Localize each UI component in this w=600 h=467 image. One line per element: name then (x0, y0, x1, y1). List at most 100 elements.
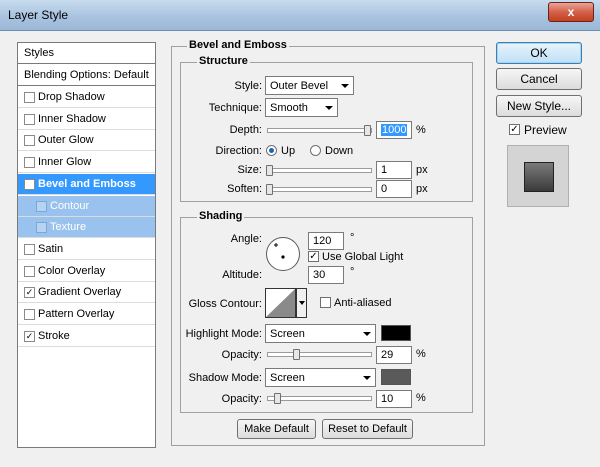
list-item-contour[interactable]: Contour (18, 195, 155, 217)
soften-slider-track[interactable] (267, 187, 372, 192)
size-input[interactable]: 1 (376, 161, 412, 179)
angle-dial[interactable] (265, 236, 301, 272)
soften-input[interactable]: 0 (376, 180, 412, 198)
altitude-value: 30 (313, 269, 326, 281)
list-item-texture[interactable]: Texture (18, 217, 155, 239)
list-item-gradient-overlay[interactable]: ✓ Gradient Overlay (18, 282, 155, 304)
angle-label: Angle: (230, 233, 262, 245)
list-item-stroke[interactable]: ✓ Stroke (18, 326, 155, 347)
depth-slider-track[interactable] (267, 128, 372, 133)
highlight-opacity-label: Opacity: (221, 349, 262, 361)
direction-down-radio[interactable] (310, 145, 321, 156)
shadow-color-swatch[interactable] (381, 369, 411, 385)
style-checkbox[interactable] (36, 200, 47, 212)
style-checkbox[interactable] (24, 243, 35, 255)
shadow-opacity-label: Opacity: (221, 393, 262, 405)
list-item-label: Gradient Overlay (38, 286, 122, 299)
preview-checkbox[interactable]: ✓ (509, 124, 520, 135)
list-item-label: Bevel and Emboss (38, 177, 136, 190)
shadow-mode-select[interactable]: Screen (265, 368, 376, 387)
technique-select[interactable]: Smooth (265, 98, 338, 117)
blending-options-label: Blending Options: Default (24, 69, 149, 81)
angle-input[interactable]: 120 (308, 232, 344, 250)
highlight-opacity-track[interactable] (267, 352, 372, 357)
preview-swatch (524, 162, 554, 192)
list-item-label: Contour (50, 199, 90, 212)
shadow-opacity-unit: % (416, 392, 426, 404)
highlight-opacity-unit: % (416, 348, 426, 360)
close-button[interactable]: x (548, 2, 594, 22)
list-item-inner-glow[interactable]: Inner Glow (18, 152, 155, 174)
list-item-label: Texture (50, 221, 87, 234)
list-item-satin[interactable]: Satin (18, 239, 155, 260)
title-bar: Layer Style x (0, 0, 600, 31)
technique-value: Smooth (270, 102, 308, 114)
soften-slider-thumb[interactable] (266, 184, 273, 195)
bevel-emboss-title: Bevel and Emboss (187, 39, 289, 51)
depth-input[interactable]: 1000 (376, 121, 412, 139)
list-item-pattern-overlay[interactable]: Pattern Overlay (18, 304, 155, 325)
list-item-drop-shadow[interactable]: Drop Shadow (18, 87, 155, 108)
style-select[interactable]: Outer Bevel (265, 76, 354, 95)
style-preview-thumbnail (507, 145, 569, 207)
highlight-opacity-input[interactable]: 29 (376, 346, 412, 364)
size-label: Size: (237, 164, 262, 176)
chevron-down-icon (341, 84, 349, 88)
styles-header[interactable]: Styles (18, 43, 155, 64)
angle-unit: ° (350, 232, 355, 244)
anti-aliased-checkbox[interactable] (320, 297, 331, 308)
gloss-contour-picker[interactable] (265, 288, 307, 318)
style-checkbox[interactable] (24, 157, 35, 169)
list-item-inner-shadow[interactable]: Inner Shadow (18, 109, 155, 130)
direction-up-radio[interactable] (266, 145, 277, 156)
make-default-button[interactable]: Make Default (237, 419, 316, 439)
new-style-button[interactable]: New Style... (496, 95, 582, 117)
radio-dot (269, 148, 274, 153)
soften-value: 0 (381, 183, 388, 195)
style-checkbox[interactable] (24, 92, 35, 103)
list-item-bevel-and-emboss[interactable]: ✓ Bevel and Emboss (18, 173, 155, 195)
style-checkbox[interactable] (24, 309, 35, 320)
size-slider-track[interactable] (267, 168, 372, 173)
preview-label[interactable]: Preview (524, 123, 567, 137)
ok-button[interactable]: OK (496, 42, 582, 64)
blending-options[interactable]: Blending Options: Default (18, 65, 155, 86)
shadow-opacity-input[interactable]: 10 (376, 390, 412, 408)
direction-down-label[interactable]: Down (325, 145, 353, 157)
depth-slider-thumb[interactable] (364, 125, 371, 136)
global-light-label[interactable]: Use Global Light (322, 251, 403, 263)
chevron-down-icon (363, 376, 371, 380)
highlight-opacity-thumb[interactable] (293, 349, 300, 360)
style-checkbox[interactable]: ✓ (24, 330, 35, 342)
size-value: 1 (381, 164, 388, 176)
check-icon: ✓ (309, 251, 318, 262)
shadow-opacity-value: 10 (381, 393, 394, 405)
global-light-checkbox[interactable]: ✓ (308, 251, 319, 262)
shadow-opacity-track[interactable] (267, 396, 372, 401)
styles-list: Styles Blending Options: Default Drop Sh… (17, 42, 156, 448)
list-item-color-overlay[interactable]: Color Overlay (18, 261, 155, 282)
anti-aliased-label[interactable]: Anti-aliased (334, 297, 391, 309)
style-checkbox[interactable] (24, 265, 35, 277)
style-checkbox[interactable]: ✓ (24, 178, 35, 190)
altitude-input[interactable]: 30 (308, 266, 344, 284)
direction-up-label[interactable]: Up (281, 145, 295, 157)
altitude-label: Altitude: (222, 269, 262, 281)
check-icon: ✓ (510, 124, 519, 135)
technique-label: Technique: (208, 102, 262, 114)
angle-value: 120 (313, 235, 332, 247)
cancel-button[interactable]: Cancel (496, 68, 582, 90)
direction-label: Direction: (215, 145, 262, 157)
gloss-contour-label: Gloss Contour: (188, 298, 262, 310)
highlight-mode-select[interactable]: Screen (265, 324, 376, 343)
reset-default-button[interactable]: Reset to Default (322, 419, 413, 439)
size-slider-thumb[interactable] (266, 165, 273, 176)
style-checkbox[interactable] (36, 222, 47, 234)
shadow-opacity-thumb[interactable] (274, 393, 281, 404)
style-value: Outer Bevel (270, 80, 329, 92)
style-checkbox[interactable]: ✓ (24, 287, 35, 299)
style-checkbox[interactable] (24, 135, 35, 147)
highlight-color-swatch[interactable] (381, 325, 411, 341)
style-checkbox[interactable] (24, 113, 35, 125)
list-item-outer-glow[interactable]: Outer Glow (18, 130, 155, 152)
